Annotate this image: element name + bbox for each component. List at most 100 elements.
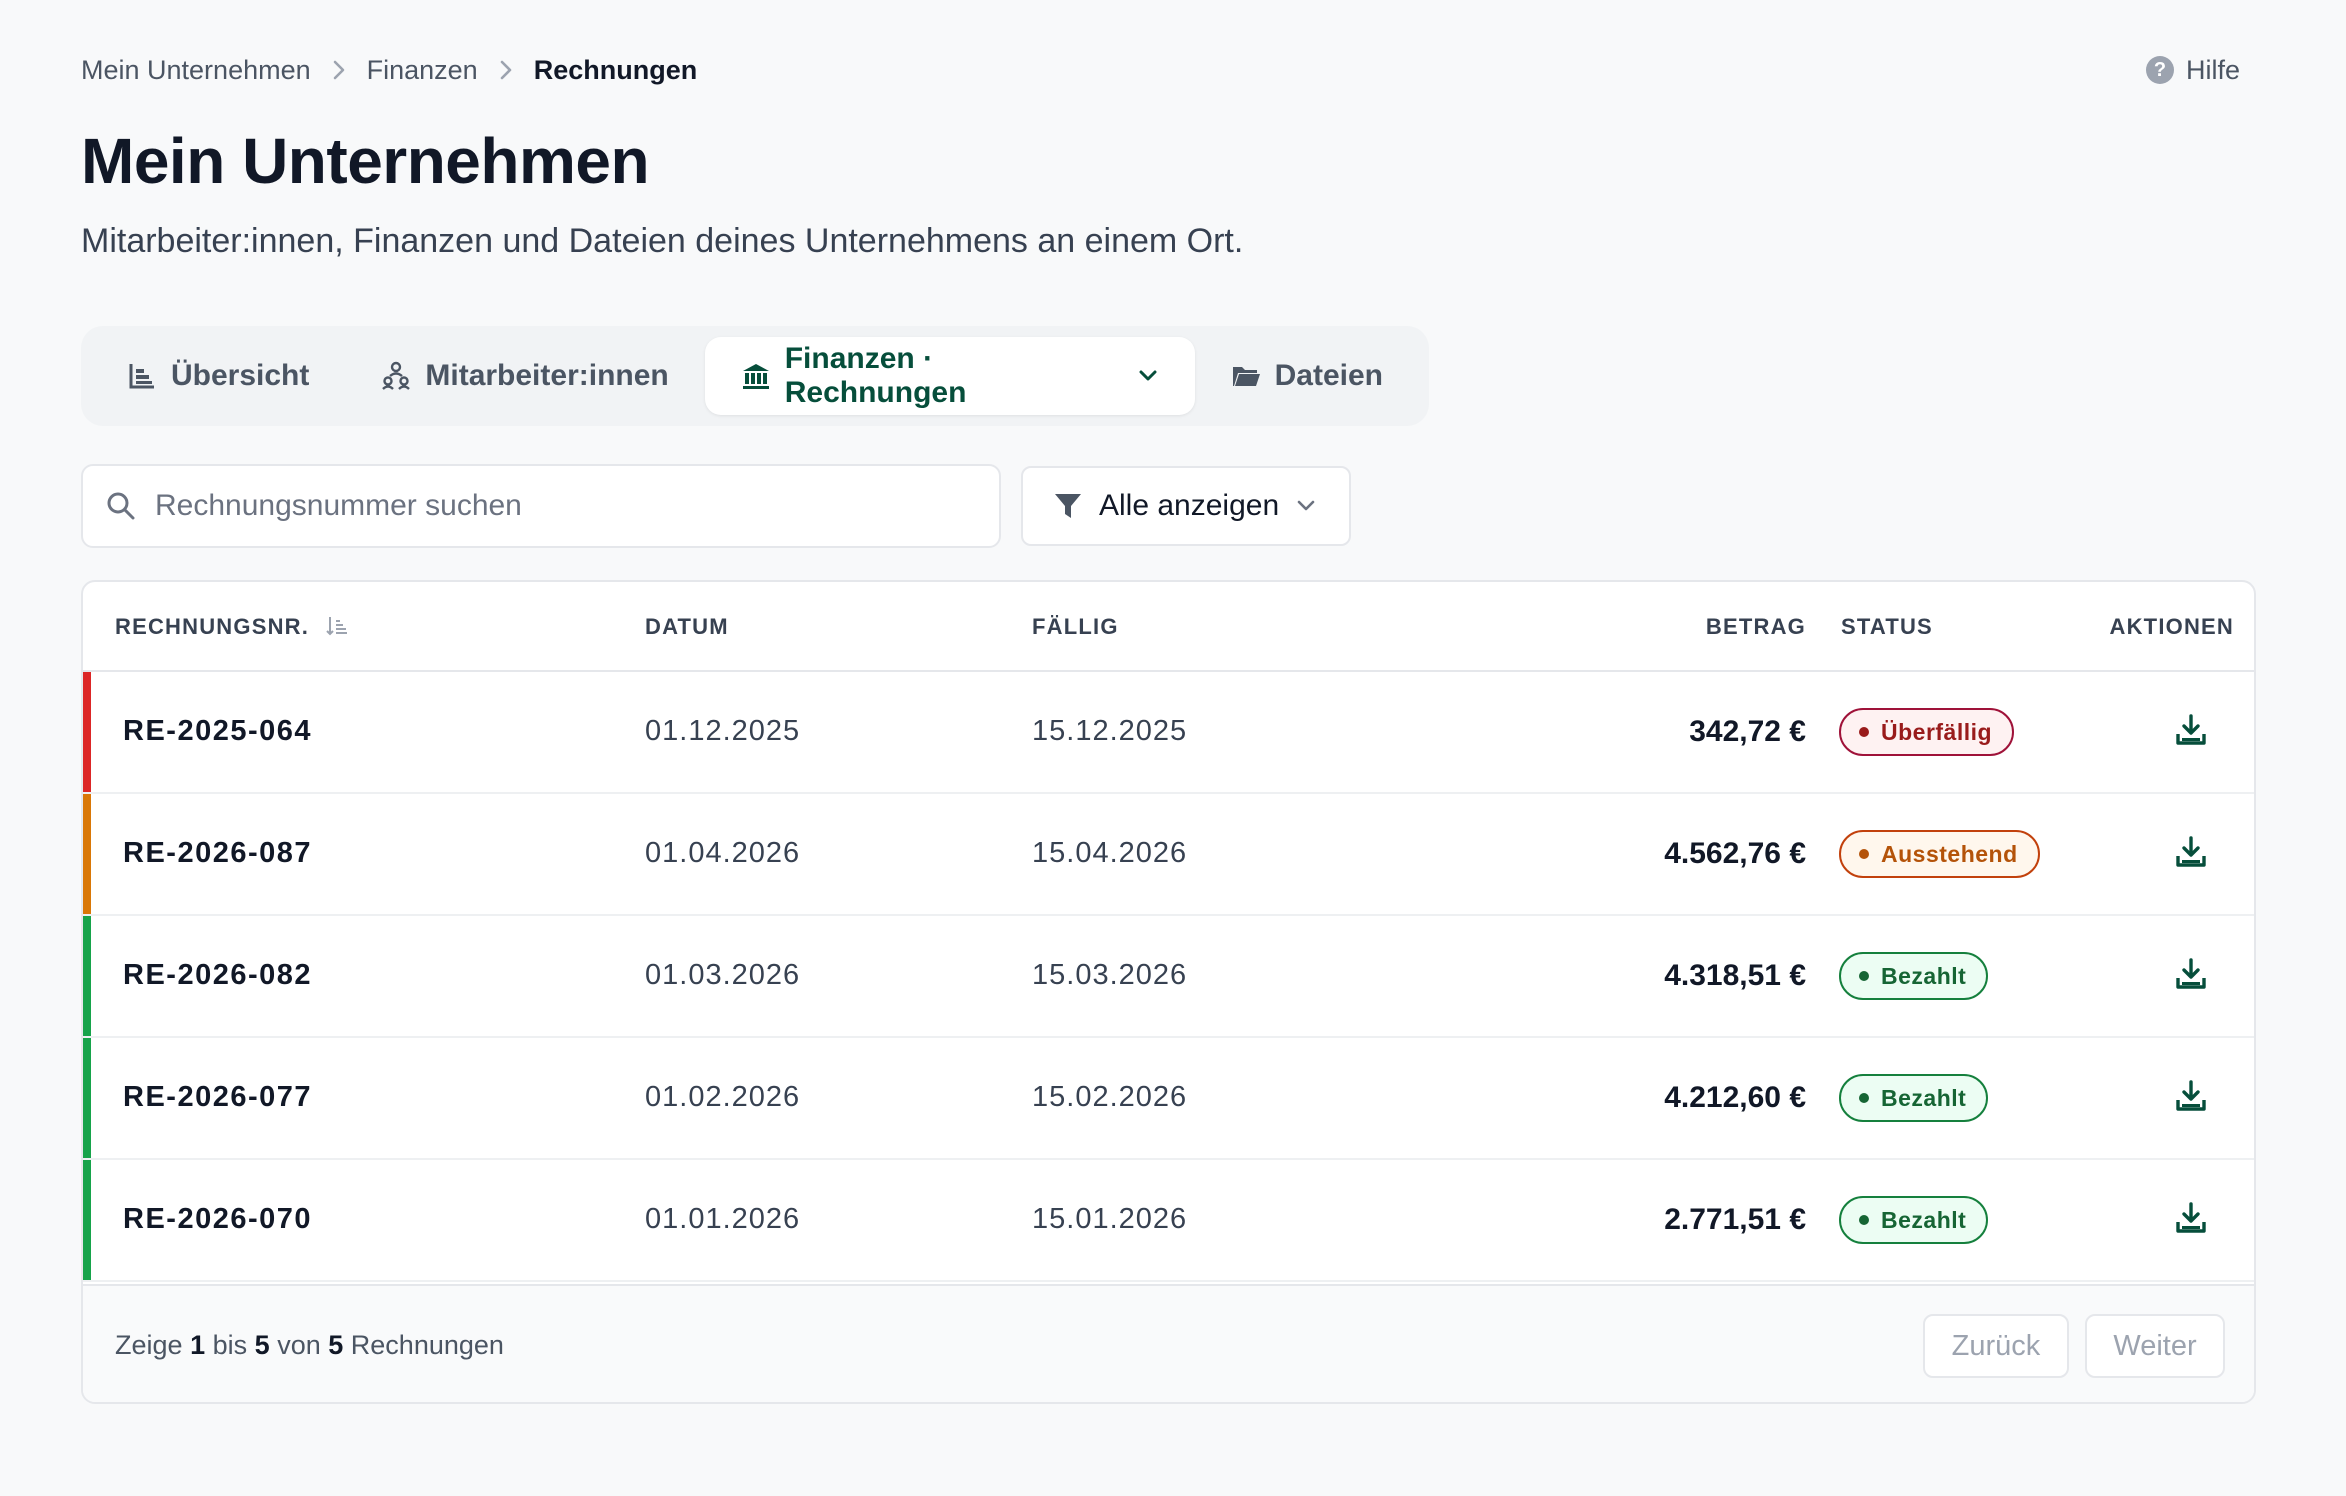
column-header-amount: BETRAG <box>1705 614 1806 639</box>
topbar: Mein Unternehmen Finanzen Rechnungen ? H… <box>81 52 2256 88</box>
table-footer: Zeige 1 bis 5 von 5 Rechnungen Zurück We… <box>83 1284 2254 1402</box>
table-header: RECHNUNGSNR. DATUM FÄLLIG BETRAG STATUS … <box>83 582 2254 672</box>
filter-label: Alle anzeigen <box>1099 489 1280 522</box>
breadcrumb-item-finance[interactable]: Finanzen <box>367 55 478 86</box>
table-row[interactable]: RE-2026-077 01.02.2026 15.02.2026 4.212,60 … <box>83 1038 2254 1160</box>
status-label: Überfällig <box>1881 718 1993 745</box>
next-page-button[interactable]: Weiter <box>2085 1314 2225 1378</box>
invoice-number[interactable]: RE-2026-077 <box>123 1081 312 1114</box>
table-row[interactable]: RE-2026-082 01.03.2026 15.03.2026 4.318,51 … <box>83 916 2254 1038</box>
status-indicator-bar <box>83 916 91 1036</box>
column-header-status: STATUS <box>1841 614 1933 639</box>
invoice-due-date: 15.02.2026 <box>1032 1081 1188 1113</box>
pagination-text: Zeige <box>115 1330 183 1360</box>
status-indicator-bar <box>83 794 91 914</box>
column-header-date: DATUM <box>645 614 729 639</box>
chart-icon <box>129 364 154 389</box>
status-label: Bezahlt <box>1881 962 1967 989</box>
status-dot <box>1859 1215 1869 1225</box>
status-badge: Bezahlt <box>1839 1074 1989 1122</box>
invoice-due-date: 15.01.2026 <box>1032 1203 1188 1235</box>
invoice-amount: 342,72 € <box>1689 715 1806 748</box>
table-row[interactable]: RE-2026-070 01.01.2026 15.01.2026 2.771,51 … <box>83 1160 2254 1282</box>
invoice-number[interactable]: RE-2026-070 <box>123 1203 312 1236</box>
status-indicator-bar <box>83 1160 91 1280</box>
column-header-invoice[interactable]: RECHNUNGSNR. <box>115 614 348 640</box>
invoice-number[interactable]: RE-2026-082 <box>123 959 312 992</box>
search-box <box>81 464 1001 548</box>
pagination-text: Rechnungen <box>350 1330 504 1360</box>
chevron-right-icon <box>498 59 514 81</box>
breadcrumb-item-company[interactable]: Mein Unternehmen <box>81 55 311 86</box>
page-subtitle: Mitarbeiter:innen, Finanzen und Dateien … <box>81 222 1244 260</box>
status-dot <box>1859 849 1869 859</box>
search-input[interactable] <box>155 489 975 523</box>
table-row[interactable]: RE-2025-064 01.12.2025 15.12.2025 342,72 € Ü… <box>83 672 2254 794</box>
invoice-amount: 2.771,51 € <box>1664 1203 1806 1236</box>
filter-dropdown[interactable]: Alle anzeigen <box>1021 466 1351 546</box>
help-link[interactable]: ? Hilfe <box>2145 54 2240 86</box>
tab-bar: Übersicht Mitarbeiter:innen Finanzen · R… <box>81 326 1429 426</box>
invoice-date: 01.03.2026 <box>645 959 801 991</box>
invoice-date: 01.01.2026 <box>645 1203 801 1235</box>
invoice-number[interactable]: RE-2025-064 <box>123 715 312 748</box>
breadcrumb-item-invoices: Rechnungen <box>533 54 698 85</box>
invoice-date: 01.02.2026 <box>645 1081 801 1113</box>
status-dot <box>1859 1093 1869 1103</box>
invoice-table: RECHNUNGSNR. DATUM FÄLLIG BETRAG STATUS … <box>81 580 2256 1404</box>
chevron-down-icon[interactable] <box>1137 365 1159 387</box>
invoice-due-date: 15.12.2025 <box>1032 715 1188 747</box>
invoice-amount: 4.318,51 € <box>1664 959 1806 992</box>
pagination-to: 5 <box>254 1330 270 1360</box>
status-badge: Ausstehend <box>1839 830 2040 878</box>
people-icon <box>382 361 411 390</box>
chevron-right-icon <box>331 59 347 81</box>
status-badge: Bezahlt <box>1839 1196 1989 1244</box>
folder-icon <box>1232 367 1260 386</box>
pagination-text: von <box>277 1330 321 1360</box>
status-label: Bezahlt <box>1881 1206 1967 1233</box>
download-icon[interactable] <box>2173 1200 2209 1241</box>
column-header-actions: AKTIONEN <box>2109 614 2234 639</box>
download-icon[interactable] <box>2173 1078 2209 1119</box>
pagination-text: bis <box>212 1330 248 1360</box>
search-icon <box>107 492 135 520</box>
invoice-due-date: 15.04.2026 <box>1032 837 1188 869</box>
download-icon[interactable] <box>2173 834 2209 875</box>
status-dot <box>1859 727 1869 737</box>
column-header-label: RECHNUNGSNR. <box>115 614 310 639</box>
invoice-amount: 4.562,76 € <box>1664 837 1806 870</box>
invoice-date: 01.04.2026 <box>645 837 801 869</box>
help-icon: ? <box>2145 56 2174 84</box>
download-icon[interactable] <box>2173 712 2209 753</box>
invoice-date: 01.12.2025 <box>645 715 801 747</box>
page-title: Mein Unternehmen <box>81 125 650 197</box>
status-label: Bezahlt <box>1881 1084 1967 1111</box>
status-badge: Überfällig <box>1839 708 2015 756</box>
tab-label: Dateien <box>1274 359 1383 392</box>
tab-files[interactable]: Dateien <box>1195 337 1419 415</box>
tab-label: Übersicht <box>171 359 310 392</box>
status-indicator-bar <box>83 1038 91 1158</box>
tab-employees[interactable]: Mitarbeiter:innen <box>345 337 704 415</box>
bank-icon <box>742 364 769 389</box>
pagination-total: 5 <box>328 1330 344 1360</box>
breadcrumb: Mein Unternehmen Finanzen Rechnungen <box>81 55 697 86</box>
tab-label: Finanzen · Rechnungen <box>784 342 967 409</box>
help-label: Hilfe <box>2185 54 2240 85</box>
pagination-info: Zeige 1 bis 5 von 5 Rechnungen <box>115 1330 504 1361</box>
chevron-down-icon <box>1297 500 1315 511</box>
pagination-from: 1 <box>190 1330 206 1360</box>
invoice-amount: 4.212,60 € <box>1664 1081 1806 1114</box>
download-icon[interactable] <box>2173 956 2209 997</box>
table-row[interactable]: RE-2026-087 01.04.2026 15.04.2026 4.562,76 … <box>83 794 2254 916</box>
invoice-due-date: 15.03.2026 <box>1032 959 1188 991</box>
invoice-number[interactable]: RE-2026-087 <box>123 837 312 870</box>
status-indicator-bar <box>83 672 91 792</box>
tab-overview[interactable]: Übersicht <box>91 337 345 415</box>
tab-finance-invoices[interactable]: Finanzen · Rechnungen <box>704 337 1195 415</box>
sort-icon[interactable] <box>326 615 348 637</box>
status-label: Ausstehend <box>1881 840 2018 867</box>
status-badge: Bezahlt <box>1839 952 1989 1000</box>
prev-page-button[interactable]: Zurück <box>1923 1314 2069 1378</box>
